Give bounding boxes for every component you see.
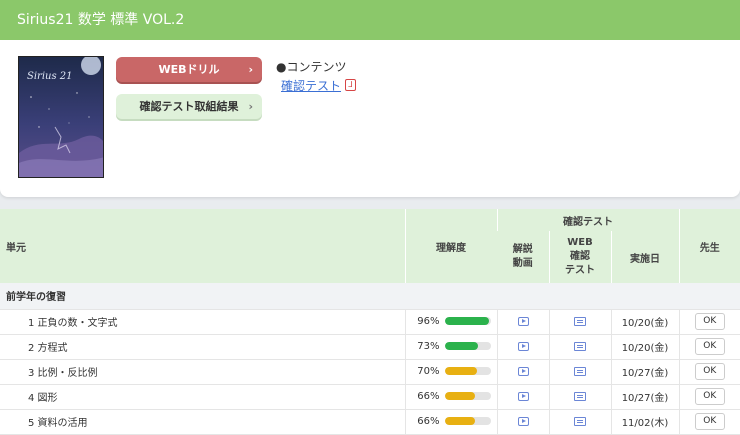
table-row: 1 正負の数・文字式 96% 10/20(金) OK <box>0 309 740 335</box>
play-video-icon[interactable] <box>517 366 529 376</box>
ok-button[interactable]: OK <box>694 388 725 405</box>
play-video-icon[interactable] <box>517 416 529 426</box>
confirmation-test-link[interactable]: 確認テスト <box>281 77 341 94</box>
unit-name: 5 資料の活用 <box>0 409 405 435</box>
understanding-percent: 66% <box>417 391 440 402</box>
progress-table-container: 単元 理解度 確認テスト 先生 解説 動画 WEB 確認 テスト 実施日 前学年… <box>0 209 740 435</box>
ok-button[interactable]: OK <box>694 313 725 330</box>
book-cover-title: Sirius 21 <box>27 71 73 82</box>
web-test-icon[interactable] <box>574 316 586 326</box>
test-date: 10/27(金) <box>610 359 679 385</box>
video-cell <box>496 334 549 360</box>
understanding-cell: 73% <box>404 334 497 360</box>
header-unit: 単元 <box>0 209 405 283</box>
understanding-bar <box>444 342 491 350</box>
understanding-bar-fill <box>444 367 477 375</box>
test-date: 10/27(金) <box>610 384 679 410</box>
understanding-bar <box>444 317 491 325</box>
web-drill-button[interactable]: WEBドリル › <box>116 57 262 82</box>
table-row: 5 資料の活用 66% 11/02(木) OK <box>0 409 740 435</box>
understanding-bar-fill <box>444 317 489 325</box>
header-understanding: 理解度 <box>404 209 497 283</box>
understanding-percent: 96% <box>417 316 440 327</box>
test-date: 10/20(金) <box>610 309 679 335</box>
understanding-bar-fill <box>444 342 479 350</box>
table-row: 3 比例・反比例 70% 10/27(金) OK <box>0 359 740 385</box>
understanding-cell: 66% <box>404 384 497 410</box>
teacher-cell: OK <box>678 309 740 335</box>
web-test-cell <box>548 409 611 435</box>
unit-name: 4 図形 <box>0 384 405 410</box>
chevron-right-icon: › <box>248 100 253 113</box>
web-test-cell <box>548 384 611 410</box>
understanding-bar <box>444 417 491 425</box>
header-date: 実施日 <box>610 231 679 283</box>
understanding-percent: 73% <box>417 341 440 352</box>
book-cover-image: Sirius 21 <box>18 56 104 178</box>
pdf-icon[interactable]: ⅃ <box>345 79 356 91</box>
chevron-right-icon: › <box>248 63 253 76</box>
ok-button[interactable]: OK <box>694 338 725 355</box>
teacher-cell: OK <box>678 334 740 360</box>
unit-name: 1 正負の数・文字式 <box>0 309 405 335</box>
table-row: 2 方程式 73% 10/20(金) OK <box>0 334 740 360</box>
play-video-icon[interactable] <box>517 391 529 401</box>
ok-button[interactable]: OK <box>694 413 725 430</box>
progress-table: 単元 理解度 確認テスト 先生 解説 動画 WEB 確認 テスト 実施日 前学年… <box>0 209 740 435</box>
course-card: Sirius21 数学 標準 VOL.2 Sirius 21 WEBドリル › … <box>0 0 740 197</box>
test-results-button[interactable]: 確認テスト取組結果 › <box>116 94 262 119</box>
header-video: 解説 動画 <box>497 231 549 283</box>
teacher-cell: OK <box>678 409 740 435</box>
test-results-label: 確認テスト取組結果 <box>139 100 239 113</box>
web-test-cell <box>548 359 611 385</box>
play-video-icon[interactable] <box>517 316 529 326</box>
test-date: 11/02(木) <box>610 409 679 435</box>
understanding-bar-fill <box>444 392 476 400</box>
header-confirmation-test: 確認テスト <box>496 209 679 231</box>
web-drill-label: WEBドリル <box>158 63 220 76</box>
understanding-percent: 70% <box>417 366 440 377</box>
teacher-cell: OK <box>678 359 740 385</box>
understanding-bar-fill <box>444 417 476 425</box>
video-cell <box>496 409 549 435</box>
section-title: 前学年の復習 <box>0 283 740 310</box>
table-row: 4 図形 66% 10/27(金) OK <box>0 384 740 410</box>
test-date: 10/20(金) <box>610 334 679 360</box>
understanding-cell: 66% <box>404 409 497 435</box>
web-test-icon[interactable] <box>574 366 586 376</box>
understanding-percent: 66% <box>417 416 440 427</box>
web-test-icon[interactable] <box>574 391 586 401</box>
understanding-bar <box>444 392 491 400</box>
header-web-test: WEB 確認 テスト <box>548 231 611 283</box>
understanding-cell: 70% <box>404 359 497 385</box>
web-test-icon[interactable] <box>574 416 586 426</box>
header-teacher: 先生 <box>678 209 740 283</box>
contents-heading: ●コンテンツ <box>276 60 347 74</box>
video-cell <box>496 359 549 385</box>
ok-button[interactable]: OK <box>694 363 725 380</box>
understanding-cell: 96% <box>404 309 497 335</box>
web-test-cell <box>548 309 611 335</box>
web-test-icon[interactable] <box>574 341 586 351</box>
understanding-bar <box>444 367 491 375</box>
video-cell <box>496 309 549 335</box>
unit-name: 2 方程式 <box>0 334 405 360</box>
video-cell <box>496 384 549 410</box>
teacher-cell: OK <box>678 384 740 410</box>
web-test-cell <box>548 334 611 360</box>
play-video-icon[interactable] <box>517 341 529 351</box>
unit-name: 3 比例・反比例 <box>0 359 405 385</box>
course-title: Sirius21 数学 標準 VOL.2 <box>0 0 740 40</box>
